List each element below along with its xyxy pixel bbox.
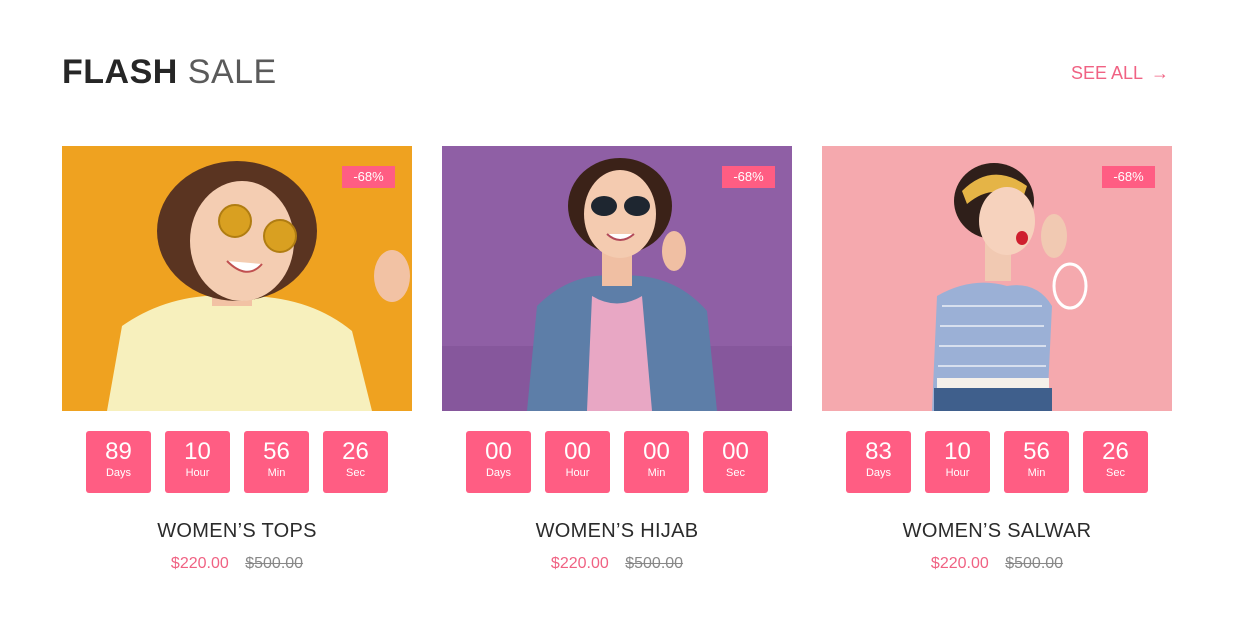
countdown-timer: 89 Days 10 Hour 56 Min 26 Sec <box>62 431 412 493</box>
timer-hours-value: 00 <box>564 438 591 465</box>
timer-secs-value: 26 <box>342 438 369 465</box>
product-grid: -68% 89 Days 10 Hour 56 Min 26 Sec WOMEN… <box>62 146 1172 574</box>
timer-mins-label: Min <box>267 467 286 479</box>
timer-days-label: Days <box>105 467 132 479</box>
product-title[interactable]: WOMEN’S TOPS <box>62 519 412 543</box>
sale-price: $220.00 <box>550 555 609 572</box>
timer-days-value: 89 <box>105 438 132 465</box>
timer-hours: 10 Hour <box>165 431 230 493</box>
arrow-right-icon: → <box>1151 63 1169 83</box>
timer-hours-value: 10 <box>184 438 211 465</box>
timer-hours-label: Hour <box>565 467 590 479</box>
timer-hours-label: Hour <box>185 467 210 479</box>
timer-days: 83 Days <box>846 431 911 493</box>
timer-hours-label: Hour <box>945 467 970 479</box>
timer-days-label: Days <box>485 467 512 479</box>
discount-badge: -68% <box>722 166 775 188</box>
timer-mins-label: Min <box>1027 467 1046 479</box>
timer-secs-label: Sec <box>346 467 365 479</box>
timer-hours-value: 10 <box>944 438 971 465</box>
timer-mins: 00 Min <box>624 431 689 493</box>
original-price: $500.00 <box>625 555 684 572</box>
discount-badge: -68% <box>1102 166 1155 188</box>
timer-days: 00 Days <box>466 431 531 493</box>
heading-light: SALE <box>187 53 277 91</box>
timer-days-value: 00 <box>485 438 512 465</box>
original-price: $500.00 <box>245 555 304 572</box>
discount-badge: -68% <box>342 166 395 188</box>
product-card: -68% 00 Days 00 Hour 00 Min 00 Sec WOMEN… <box>442 146 792 574</box>
timer-days-value: 83 <box>865 438 892 465</box>
timer-mins: 56 Min <box>1004 431 1069 493</box>
timer-secs: 00 Sec <box>703 431 768 493</box>
see-all-link[interactable]: SEE ALL → <box>1071 62 1169 84</box>
product-card: -68% 89 Days 10 Hour 56 Min 26 Sec WOMEN… <box>62 146 412 574</box>
heading-bold: FLASH <box>62 53 178 91</box>
timer-days-label: Days <box>865 467 892 479</box>
countdown-timer: 00 Days 00 Hour 00 Min 00 Sec <box>442 431 792 493</box>
product-prices: $220.00 $500.00 <box>442 554 792 574</box>
sale-price: $220.00 <box>170 555 229 572</box>
section-heading: FLASH SALE <box>62 52 277 92</box>
product-prices: $220.00 $500.00 <box>62 554 412 574</box>
product-image[interactable]: -68% <box>62 146 412 411</box>
timer-hours: 10 Hour <box>925 431 990 493</box>
timer-secs-label: Sec <box>726 467 745 479</box>
product-image[interactable]: -68% <box>442 146 792 411</box>
product-title[interactable]: WOMEN’S SALWAR <box>822 519 1172 543</box>
product-prices: $220.00 $500.00 <box>822 554 1172 574</box>
timer-hours: 00 Hour <box>545 431 610 493</box>
original-price: $500.00 <box>1005 555 1064 572</box>
sale-price: $220.00 <box>930 555 989 572</box>
timer-secs-value: 26 <box>1102 438 1129 465</box>
timer-mins-value: 00 <box>643 438 670 465</box>
timer-days: 89 Days <box>86 431 151 493</box>
countdown-timer: 83 Days 10 Hour 56 Min 26 Sec <box>822 431 1172 493</box>
timer-secs-value: 00 <box>722 438 749 465</box>
see-all-label: SEE ALL <box>1070 63 1143 83</box>
timer-mins: 56 Min <box>244 431 309 493</box>
product-image[interactable]: -68% <box>822 146 1172 411</box>
product-title[interactable]: WOMEN’S HIJAB <box>442 519 792 543</box>
timer-mins-value: 56 <box>263 438 290 465</box>
timer-secs-label: Sec <box>1106 467 1125 479</box>
timer-mins-value: 56 <box>1023 438 1050 465</box>
product-card: -68% 83 Days 10 Hour 56 Min 26 Sec WOMEN… <box>822 146 1172 574</box>
timer-secs: 26 Sec <box>323 431 388 493</box>
timer-mins-label: Min <box>647 467 666 479</box>
timer-secs: 26 Sec <box>1083 431 1148 493</box>
